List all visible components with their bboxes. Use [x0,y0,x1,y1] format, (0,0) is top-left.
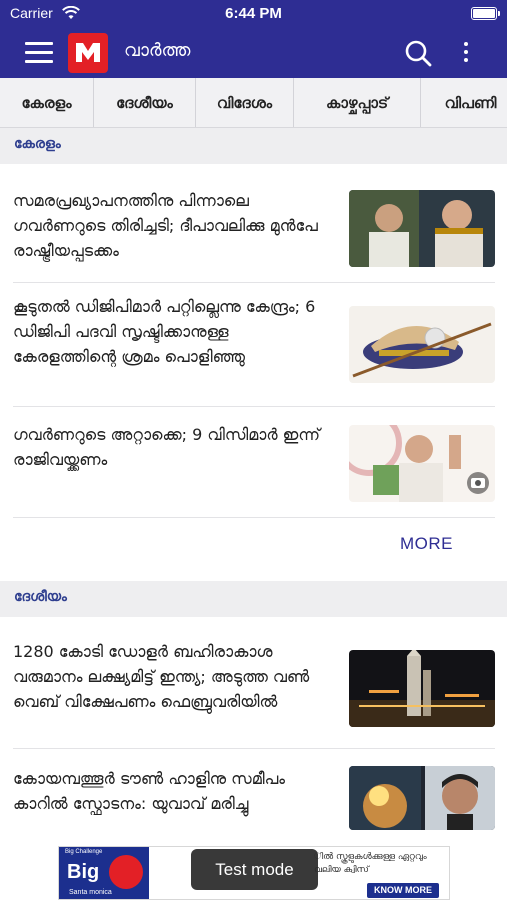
section-title: കേരളം [14,136,61,152]
story-thumbnail [349,306,495,383]
ad-brand-text: Santa monica [69,889,112,896]
search-icon[interactable] [404,39,432,67]
battery-icon [471,7,500,20]
story-headline: 1280 കോടി ഡോളർ ബഹിരാകാശ വരുമാനം ലക്ഷ്യമി… [13,642,310,711]
more-button[interactable]: MORE [400,534,453,554]
status-bar: Carrier 6:44 PM [0,0,507,28]
story-headline: സമരപ്രഖ്യാപനത്തിനു പിന്നാലെ ഗവർണറുടെ തിര… [13,191,318,260]
ad-logo-block: Big Challenge Big Santa monica [59,847,149,899]
tab-world[interactable]: വിദേശം [196,78,294,127]
story-headline: കോയമ്പത്തൂർ ടൗൺ ഹാളിനു സമീപം കാറിൽ സ്ഫോട… [13,769,285,813]
tab-national[interactable]: ദേശീയം [94,78,196,127]
story-headline: കൂടുതൽ ഡിജിപിമാർ പറ്റില്ലെന്നു കേന്ദ്രം;… [13,297,316,366]
tab-kerala[interactable]: കേരളം [0,78,94,127]
ad-top-text: Big Challenge [65,849,103,855]
clock: 6:44 PM [225,5,282,22]
story-thumbnail [349,425,495,502]
story-headline: ഗവർണറുടെ അറ്റാക്കെ; 9 വിസിമാർ ഇന്ന് രാജി… [13,425,320,469]
story-thumbnail [349,766,495,830]
tab-opinion[interactable]: കാഴ്ചപ്പാട് [294,78,421,127]
story-thumbnail [349,190,495,267]
story-item[interactable]: കൂടുതൽ ഡിജിപിമാർ പറ്റില്ലെന്നു കേന്ദ്രം;… [13,294,495,407]
hamburger-icon[interactable] [25,42,53,64]
story-item[interactable]: സമരപ്രഖ്യാപനത്തിനു പിന്നാലെ ഗവർണറുടെ തിര… [13,188,495,283]
app-title: വാർത്ത [124,40,191,61]
story-item[interactable]: 1280 കോടി ഡോളർ ബഹിരാകാശ വരുമാനം ലക്ഷ്യമി… [13,639,495,749]
ad-q-icon [109,855,143,889]
app-bar: വാർത്ത [0,28,507,78]
tab-market[interactable]: വിപണി [421,78,507,127]
ad-tagline: ിൽ സ്കൂളുകൾക്കുള്ള ഏറ്റവും വലിയ ക്വിസ് [314,852,427,875]
ad-know-more-button[interactable]: KNOW MORE [367,883,439,898]
test-mode-toast: Test mode [191,849,318,890]
logo-m-icon [76,43,100,62]
category-tabs: കേരളം ദേശീയം വിദേശം കാഴ്ചപ്പാട് വിപണി [0,78,507,128]
story-item[interactable]: കോയമ്പത്തൂർ ടൗൺ ഹാളിനു സമീപം കാറിൽ സ്ഫോട… [13,766,495,830]
app-logo [68,33,108,73]
section-header-national[interactable]: ദേശീയം [0,581,507,617]
overflow-menu-icon[interactable] [462,42,470,64]
story-thumbnail [349,650,495,727]
section-title: ദേശീയം [14,589,67,605]
section-header-kerala[interactable]: കേരളം [0,128,507,164]
ad-big-text: Big [67,861,100,883]
story-item[interactable]: ഗവർണറുടെ അറ്റാക്കെ; 9 വിസിമാർ ഇന്ന് രാജി… [13,422,495,518]
